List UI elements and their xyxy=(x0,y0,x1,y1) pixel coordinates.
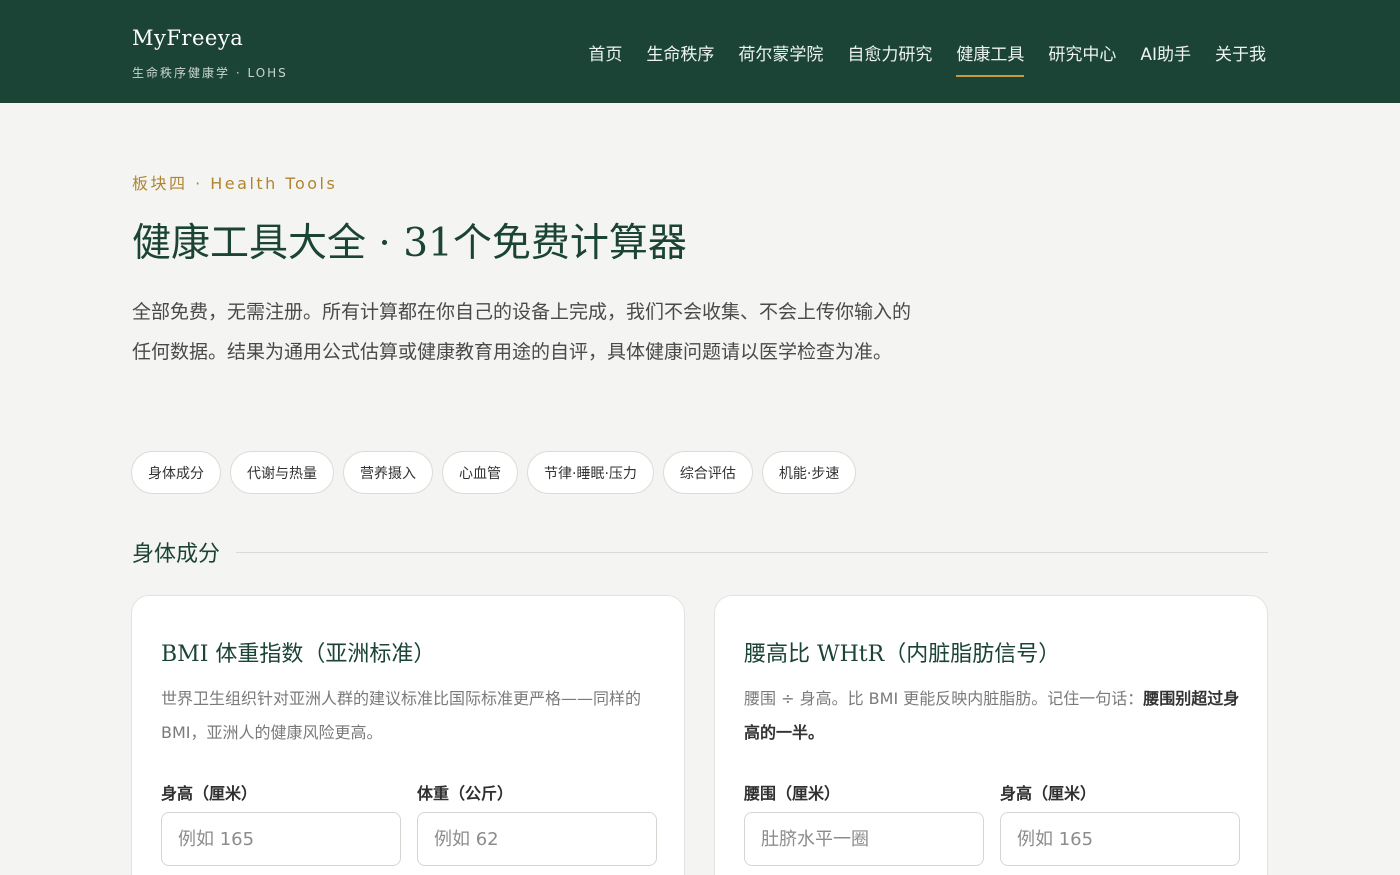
bmi-weight-input[interactable] xyxy=(417,812,657,866)
category-chip-body-composition[interactable]: 身体成分 xyxy=(131,451,221,494)
weight-label: 体重（公斤） xyxy=(417,784,514,803)
card-title: BMI 体重指数（亚洲标准） xyxy=(161,642,436,667)
nav-item-research-center[interactable]: 研究中心 xyxy=(1048,40,1116,77)
category-chip-nutrition[interactable]: 营养摄入 xyxy=(343,451,433,494)
card-description: 世界卫生组织针对亚洲人群的建议标准比国际标准更严格——同样的 BMI，亚洲人的健… xyxy=(161,689,642,742)
brand-subtitle: 生命秩序健康学 · LOHS xyxy=(132,66,288,80)
nav-item-about[interactable]: 关于我 xyxy=(1215,40,1266,77)
section-eyebrow: 板块四 · Health Tools xyxy=(132,174,338,193)
category-chip-metabolism[interactable]: 代谢与热量 xyxy=(230,451,334,494)
top-navbar: MyFreeya 生命秩序健康学 · LOHS 首页 生命秩序 荷尔蒙学院 自愈… xyxy=(0,0,1400,103)
page-description: 全部免费，无需注册。所有计算都在你自己的设备上完成，我们不会收集、不会上传你输入… xyxy=(132,301,912,363)
nav-item-life-order[interactable]: 生命秩序 xyxy=(646,40,714,77)
section-header: 身体成分 xyxy=(132,536,1268,568)
main-nav: 首页 生命秩序 荷尔蒙学院 自愈力研究 健康工具 研究中心 AI助手 关于我 xyxy=(588,40,1266,77)
whtr-height-input[interactable] xyxy=(1000,812,1240,866)
waist-label: 腰围（厘米） xyxy=(744,784,841,803)
page-title: 健康工具大全 · 31个免费计算器 xyxy=(132,221,687,266)
category-chip-overall-assessment[interactable]: 综合评估 xyxy=(662,451,753,494)
section-divider xyxy=(236,551,1268,553)
category-chip-function-gait[interactable]: 机能·步速 xyxy=(761,451,857,494)
nav-item-self-healing-research[interactable]: 自愈力研究 xyxy=(847,40,932,77)
category-filter: 身体成分 代谢与热量 营养摄入 心血管 节律·睡眠·压力 综合评估 机能·步速 xyxy=(131,451,857,494)
category-chip-cardiovascular[interactable]: 心血管 xyxy=(442,451,518,494)
height-label: 身高（厘米） xyxy=(1000,784,1097,803)
nav-item-hormone-academy[interactable]: 荷尔蒙学院 xyxy=(738,40,823,77)
nav-item-ai-assistant[interactable]: AI助手 xyxy=(1140,40,1191,77)
nav-item-health-tools[interactable]: 健康工具 xyxy=(956,40,1025,77)
brand-name[interactable]: MyFreeya xyxy=(132,26,288,50)
height-label: 身高（厘米） xyxy=(161,784,258,803)
category-chip-rhythm-sleep-stress[interactable]: 节律·睡眠·压力 xyxy=(527,451,654,494)
card-title: 腰高比 WHtR（内脏脂肪信号） xyxy=(744,642,1061,667)
section-title: 身体成分 xyxy=(132,542,221,567)
card-description-text: 腰围 ÷ 身高。比 BMI 更能反映内脏脂肪。记住一句话： xyxy=(744,689,1144,708)
nav-item-home[interactable]: 首页 xyxy=(588,40,622,77)
card-description: 腰围 ÷ 身高。比 BMI 更能反映内脏脂肪。记住一句话：腰围别超过身高的一半。 xyxy=(744,682,1244,750)
whtr-waist-input[interactable] xyxy=(744,812,984,866)
brand[interactable]: MyFreeya 生命秩序健康学 · LOHS xyxy=(132,26,288,81)
bmi-height-input[interactable] xyxy=(161,812,401,866)
